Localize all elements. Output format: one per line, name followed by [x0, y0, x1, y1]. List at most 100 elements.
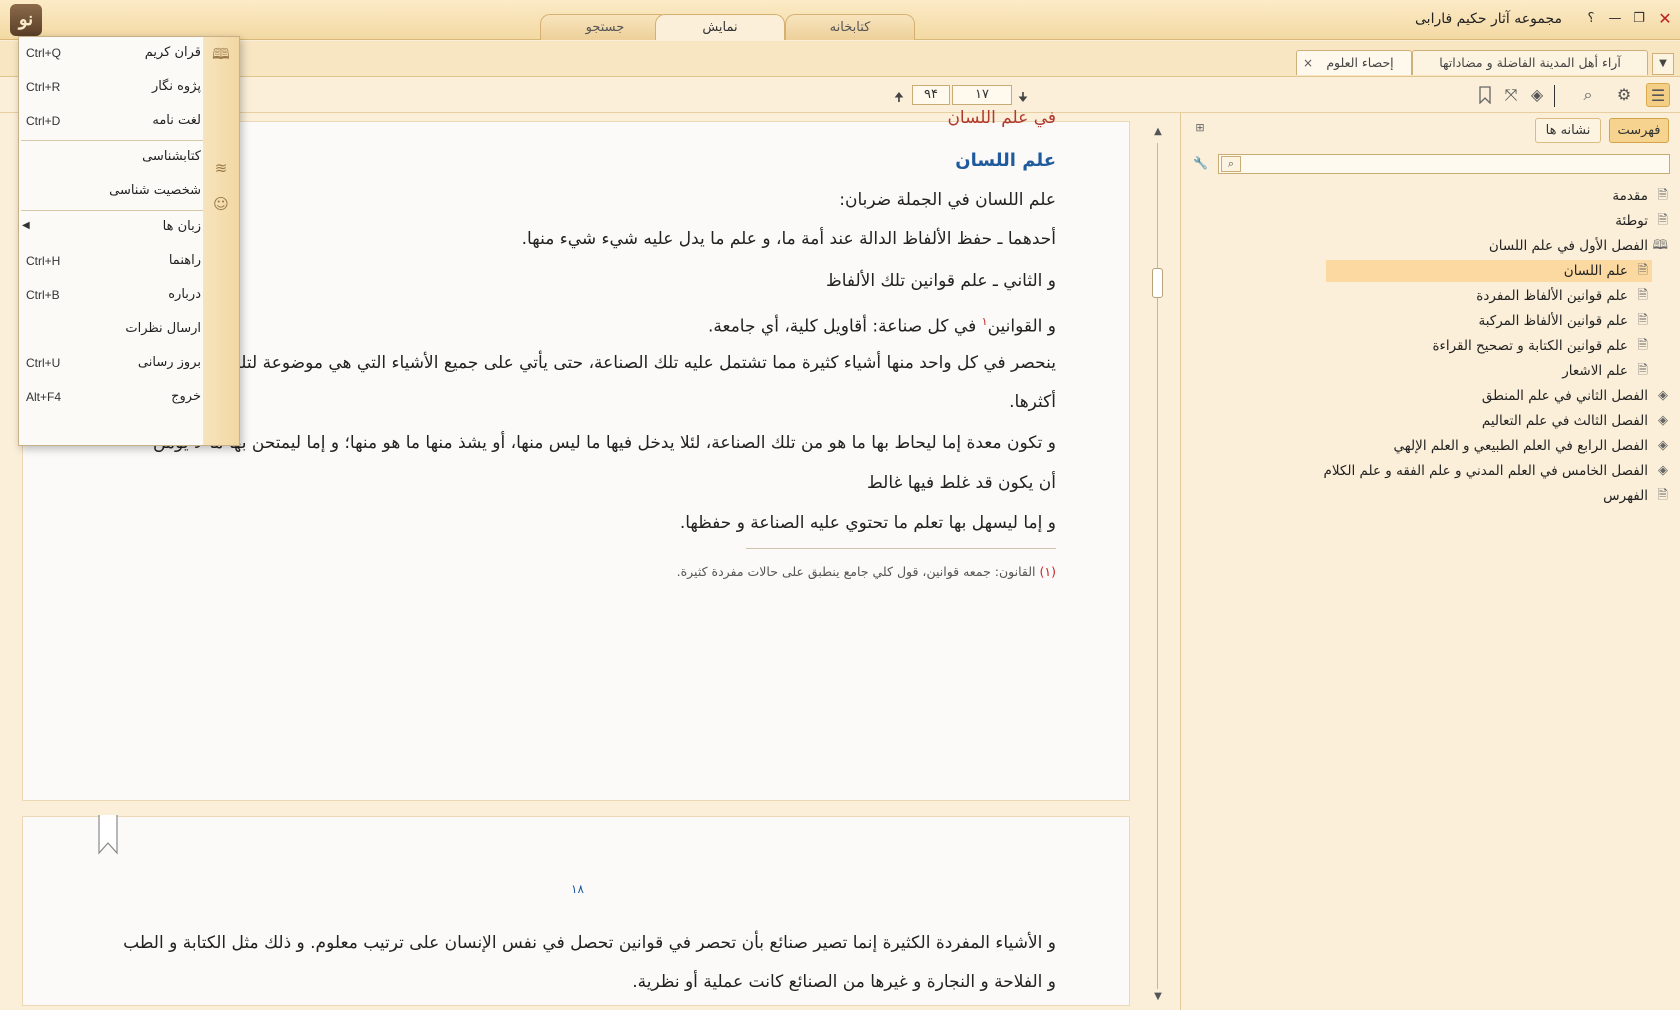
menu-item-feedback[interactable]: ارسال نظرات	[19, 313, 205, 347]
menu-item-label: خروج	[171, 389, 201, 404]
list-icon[interactable]: ☰	[1646, 83, 1670, 107]
toc-item[interactable]: 🗎 الفهرس	[1603, 485, 1672, 507]
wrench-icon[interactable]: 🔧	[1193, 156, 1208, 170]
section-heading: علم اللسان	[955, 150, 1056, 171]
doc-tab-label: آراء أهل المدينة الفاضلة و مضاداتها	[1439, 55, 1621, 70]
toc-item-label: توطئة	[1615, 213, 1648, 229]
layers-icon[interactable]: ◈	[1525, 83, 1549, 107]
menu-item-pajouh-negar[interactable]: پژوه نگار Ctrl+R	[19, 71, 205, 105]
tab-view[interactable]: نمایش	[655, 14, 785, 40]
page-icon: 🗎	[1637, 263, 1648, 278]
toc-item-label: علم قوانين الألفاظ المركبة	[1478, 313, 1628, 329]
toc-item[interactable]: 🕮 الفصل الأول في علم اللسان	[1489, 235, 1672, 257]
menu-item-biography[interactable]: شخصیت شناسی	[19, 175, 205, 209]
books-icon: ≋	[214, 159, 228, 177]
closed-book-icon: ◈	[1658, 413, 1668, 428]
close-button[interactable]: ✕	[1654, 9, 1676, 29]
search-icon[interactable]: ⌕	[1221, 156, 1241, 172]
scroll-up-icon[interactable]: ▲	[1152, 126, 1164, 138]
toc-item-label: مقدمة	[1612, 188, 1648, 204]
paragraph: و الأشياء المفردة الكثيرة إنما تصير صنائ…	[123, 933, 1056, 953]
section-heading-partial: في علم اللسان	[947, 108, 1056, 128]
toc-item-label: علم قوانين الألفاظ المفردة	[1476, 288, 1628, 304]
page-icon: 🗎	[1657, 213, 1668, 228]
quran-icon: 🕮	[212, 45, 230, 63]
menu-item-help[interactable]: راهنما Ctrl+H	[19, 245, 205, 279]
tab-index[interactable]: فهرست	[1609, 118, 1669, 143]
arrow-up-icon[interactable]: 🠉	[892, 88, 906, 104]
paragraph: أحدهما ـ حفظ الألفاظ الدالة عند أمة ما، …	[521, 229, 1056, 249]
paragraph: و القوانين۱ في كل صناعة: أقاويل كلية، أي…	[708, 310, 1056, 339]
toc-item[interactable]: ◈ الفصل الرابع في العلم الطبيعي و العلم ا…	[1394, 435, 1672, 457]
menu-item-label: قران کریم	[144, 45, 201, 60]
toc-item[interactable]: ◈ الفصل الثالث في علم التعاليم	[1482, 410, 1672, 432]
minimize-button[interactable]: —	[1604, 9, 1626, 29]
app-logo-menu-button[interactable]: نو	[10, 4, 42, 36]
collapse-panel-icon[interactable]: ⊞	[1191, 121, 1209, 137]
doc-tab-ara-ahl-madina[interactable]: آراء أهل المدينة الفاضلة و مضاداتها	[1412, 50, 1648, 75]
title-bar: نو جستجو نمایش کتابخانه مجموعه آثار حکیم…	[0, 0, 1680, 40]
toc-item[interactable]: 🗎 علم قوانين الكتابة و تصحيح القراءة	[1432, 335, 1652, 357]
toc-item-label: علم الاشعار	[1562, 363, 1628, 379]
paragraph: علم اللسان في الجملة ضربان:	[839, 190, 1056, 210]
toc-item[interactable]: 🗎 علم قوانين الألفاظ المفردة	[1476, 285, 1652, 307]
vertical-scrollbar[interactable]: ▲ ▼	[1150, 123, 1166, 1005]
scroll-thumb[interactable]	[1152, 268, 1163, 298]
menu-icon-column	[203, 37, 239, 445]
toc-item-label: الفصل الثاني في علم المنطق	[1481, 388, 1648, 404]
toc-item[interactable]: ◈ الفصل الخامس في العلم المدني و علم الفق…	[1323, 460, 1672, 482]
current-page-input[interactable]: ۱۷	[952, 85, 1012, 105]
toc-item[interactable]: 🗎 علم الاشعار	[1562, 360, 1652, 382]
menu-item-dictionary[interactable]: لغت نامه Ctrl+D	[19, 105, 205, 139]
page-view-next: ۱۸ و الأشياء المفردة الكثيرة إنما تصير ص…	[22, 815, 1130, 1006]
toc-item-selected[interactable]: 🗎 علم اللسان	[1326, 260, 1652, 282]
maximize-button[interactable]: ❐	[1628, 9, 1650, 29]
tab-bookmarks[interactable]: نشانه ها	[1535, 118, 1601, 143]
menu-item-shortcut: Ctrl+Q	[26, 46, 62, 60]
fullscreen-icon[interactable]: ⤧	[1499, 83, 1523, 107]
toc-item[interactable]: 🗎 توطئة	[1615, 210, 1672, 232]
paragraph-text: في كل صناعة: أقاويل كلية، أي جامعة.	[707, 316, 977, 337]
menu-item-exit[interactable]: خروج Alt+F4	[19, 381, 205, 415]
menu-item-about[interactable]: درباره Ctrl+B	[19, 279, 205, 313]
paragraph: و تكون معدة إما ليحاط بها ما هو من تلك ا…	[152, 433, 1056, 453]
tab-library[interactable]: کتابخانه	[785, 14, 915, 40]
toc-item[interactable]: ◈ الفصل الثاني في علم المنطق	[1482, 385, 1672, 407]
paragraph: و الثاني ـ علم قوانين تلك الألفاظ	[825, 271, 1056, 291]
arrow-down-icon[interactable]: 🠋	[1016, 88, 1030, 104]
person-icon: ☺	[213, 195, 229, 213]
closed-book-icon: ◈	[1658, 438, 1668, 453]
toc-search-input[interactable]: ⌕	[1218, 154, 1670, 174]
menu-item-shortcut: Ctrl+B	[26, 288, 60, 302]
toc-item[interactable]: 🗎 علم قوانين الألفاظ المركبة	[1478, 310, 1652, 332]
bookmark-icon[interactable]	[1473, 83, 1497, 107]
help-button[interactable]: ؟	[1580, 9, 1602, 29]
search-icon[interactable]: ⌕	[1576, 83, 1600, 107]
paragraph: و إما ليسهل بها تعلم ما تحتوي عليه الصنا…	[679, 513, 1056, 533]
toc-item-label: الفهرس	[1603, 488, 1648, 504]
tab-search[interactable]: جستجو	[540, 14, 670, 40]
menu-item-label: کتابشناسی	[142, 149, 201, 164]
menu-item-label: لغت نامه	[152, 113, 201, 128]
toc-item-label: علم قوانين الكتابة و تصحيح القراءة	[1432, 338, 1628, 354]
toc-item[interactable]: 🗎 مقدمة	[1612, 185, 1672, 207]
page-icon: 🗎	[1657, 488, 1668, 503]
menu-item-quran[interactable]: قران کریم Ctrl+Q	[19, 37, 205, 71]
page-icon: 🗎	[1637, 363, 1648, 378]
doc-tab-ihsa-ulum[interactable]: × إحصاء العلوم	[1296, 50, 1412, 75]
gear-icon[interactable]: ⚙	[1612, 83, 1636, 107]
menu-item-update[interactable]: بروز رسانی Ctrl+U	[19, 347, 205, 381]
toc-item-label: الفصل الخامس في العلم المدني و علم الفقه…	[1323, 463, 1648, 479]
paragraph: و الفلاحة و النجارة و غيرها من الصنائع ك…	[632, 972, 1056, 992]
menu-item-languages[interactable]: زبان ها ◀	[19, 211, 205, 245]
footnote-divider	[746, 548, 1056, 549]
toc-item-label: الفصل الرابع في العلم الطبيعي و العلم ال…	[1393, 438, 1648, 454]
menu-item-bibliography[interactable]: کتابشناسی	[19, 141, 205, 175]
menu-item-label: درباره	[168, 287, 201, 302]
close-tab-icon[interactable]: ×	[1303, 51, 1313, 75]
scroll-down-icon[interactable]: ▼	[1152, 991, 1164, 1003]
tab-list-dropdown[interactable]: ▼	[1652, 53, 1674, 75]
paragraph: أن يكون قد غلط فيها غالط	[867, 473, 1056, 493]
menu-item-label: ارسال نظرات	[125, 321, 201, 336]
page-icon: 🗎	[1657, 188, 1668, 203]
